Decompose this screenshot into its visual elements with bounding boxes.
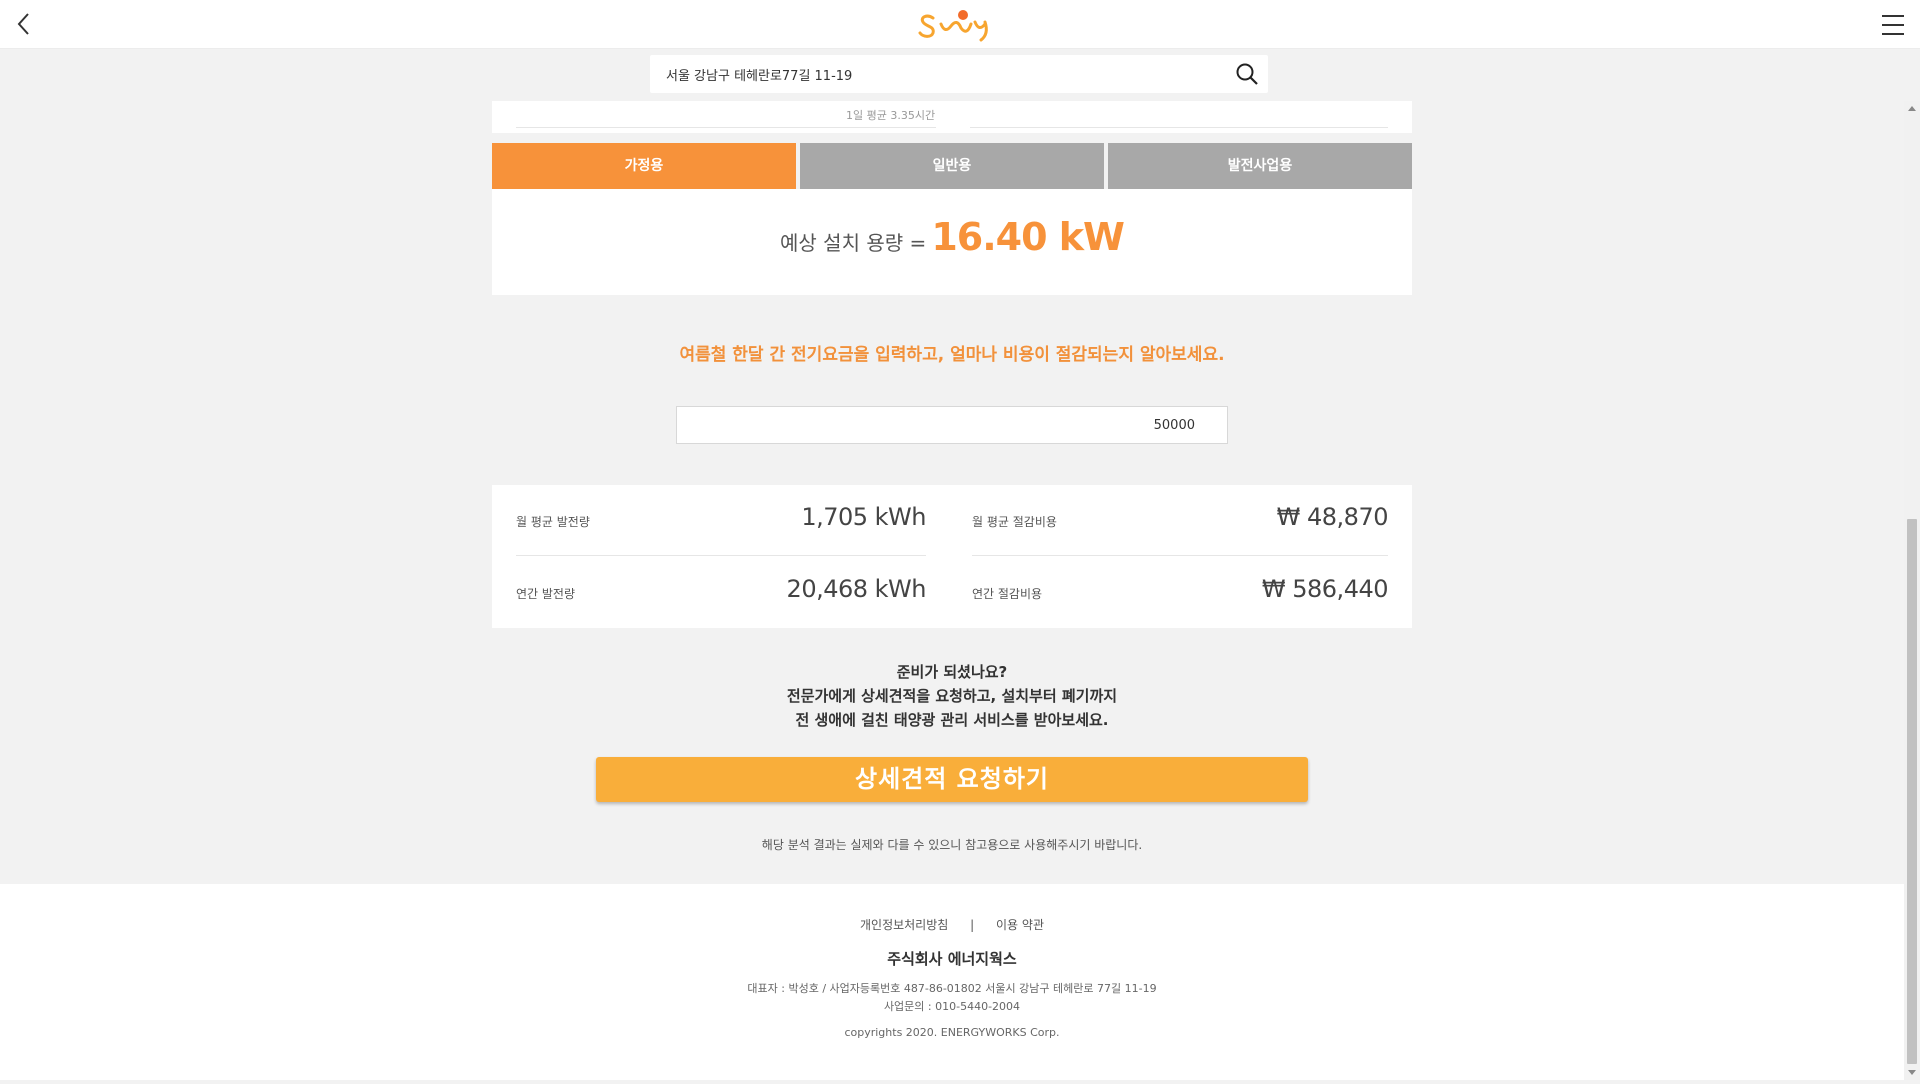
terms-link[interactable]: 이용 약관 [996, 918, 1044, 932]
sun-hours-text: 1일 평균 3.35시간 [846, 109, 936, 122]
search-button[interactable] [1234, 61, 1260, 87]
address-search-bar [650, 55, 1268, 93]
menu-button[interactable] [1878, 10, 1910, 40]
tab-power-business[interactable]: 발전사업용 [1108, 143, 1412, 189]
stat-value: ₩ 48,870 [1276, 503, 1389, 531]
stat-annual-savings: 연간 절감비용 ₩ 586,440 [972, 557, 1389, 627]
request-quote-button[interactable]: 상세견적 요청하기 [596, 757, 1308, 802]
footer-links: 개인정보처리방침 | 이용 약관 [0, 916, 1904, 933]
ready-message: 준비가 되셨나요? 전문가에게 상세견적을 요청하고, 설치부터 폐기까지 전 … [492, 660, 1412, 732]
ready-line-2: 전문가에게 상세견적을 요청하고, 설치부터 폐기까지 [786, 687, 1118, 705]
stat-label: 연간 발전량 [516, 587, 576, 601]
back-button[interactable] [8, 8, 40, 40]
stat-label: 월 평균 절감비용 [972, 515, 1057, 529]
tab-general[interactable]: 일반용 [800, 143, 1104, 189]
stat-value: 1,705 kWh [801, 503, 926, 531]
usage-type-tabs: 가정용 일반용 발전사업용 [492, 143, 1412, 189]
link-separator: | [970, 918, 975, 932]
company-info: 대표자 : 박성호 / 사업자등록번호 487-86-01802 서울시 강남구… [0, 980, 1904, 1016]
chevron-left-icon [17, 13, 29, 35]
stat-value: ₩ 586,440 [1261, 575, 1389, 603]
sunny-logo-mark [918, 10, 988, 42]
capacity-line: 예상 설치 용량 = 16.40 kW [492, 215, 1412, 259]
scroll-down-button[interactable] [1904, 1064, 1920, 1080]
company-info-line-1: 대표자 : 박성호 / 사업자등록번호 487-86-01802 서울시 강남구… [747, 982, 1157, 995]
divider [516, 127, 936, 128]
capacity-panel: 예상 설치 용량 = 16.40 kW [492, 189, 1412, 295]
capacity-value: 16.40 kW [931, 215, 1125, 259]
capacity-label: 예상 설치 용량 = [780, 231, 927, 255]
triangle-down-icon [1908, 1070, 1916, 1075]
disclaimer-text: 해당 분석 결과는 실제와 다를 수 있으니 참고용으로 사용해주시기 바랍니다… [761, 838, 1143, 852]
ready-line-1: 준비가 되셨나요? [896, 663, 1008, 681]
scroll-thumb[interactable] [1907, 519, 1917, 1064]
triangle-up-icon [1908, 106, 1916, 111]
copyright-text: copyrights 2020. ENERGYWORKS Corp. [844, 1026, 1060, 1039]
top-bar [0, 0, 1920, 49]
search-icon [1236, 63, 1258, 85]
divider [970, 127, 1388, 128]
company-name: 주식회사 에너지웍스 [887, 950, 1017, 968]
electricity-bill-input[interactable] [676, 406, 1228, 444]
scroll-up-button[interactable] [1904, 101, 1920, 117]
hamburger-menu-icon [1882, 15, 1904, 35]
ready-line-3: 전 생애에 걸친 태양광 관리 서비스를 받아보세요. [795, 711, 1109, 729]
vertical-scrollbar[interactable] [1904, 101, 1920, 1080]
stat-label: 월 평균 발전량 [516, 515, 590, 529]
bill-prompt: 여름철 한달 간 전기요금을 입력하고, 얼마나 비용이 절감되는지 알아보세요… [679, 345, 1225, 365]
stat-value: 20,468 kWh [786, 575, 927, 603]
stat-monthly-generation: 월 평균 발전량 1,705 kWh [516, 485, 926, 556]
stat-monthly-savings: 월 평균 절감비용 ₩ 48,870 [972, 485, 1389, 556]
address-search-input[interactable] [650, 55, 1210, 93]
stat-annual-generation: 연간 발전량 20,468 kWh [516, 557, 927, 627]
sunlight-panel: 1일 평균 3.35시간 [492, 101, 1412, 133]
stat-label: 연간 절감비용 [972, 587, 1043, 601]
privacy-policy-link[interactable]: 개인정보처리방침 [860, 918, 948, 932]
company-info-line-2: 사업문의 : 010-5440-2004 [883, 1000, 1021, 1013]
tab-household[interactable]: 가정용 [492, 143, 796, 189]
savings-stats: 월 평균 발전량 1,705 kWh 월 평균 절감비용 ₩ 48,870 연간… [492, 485, 1412, 628]
footer: 개인정보처리방침 | 이용 약관 주식회사 에너지웍스 대표자 : 박성호 / … [0, 884, 1904, 1080]
sunny-logo[interactable] [915, 4, 1005, 44]
